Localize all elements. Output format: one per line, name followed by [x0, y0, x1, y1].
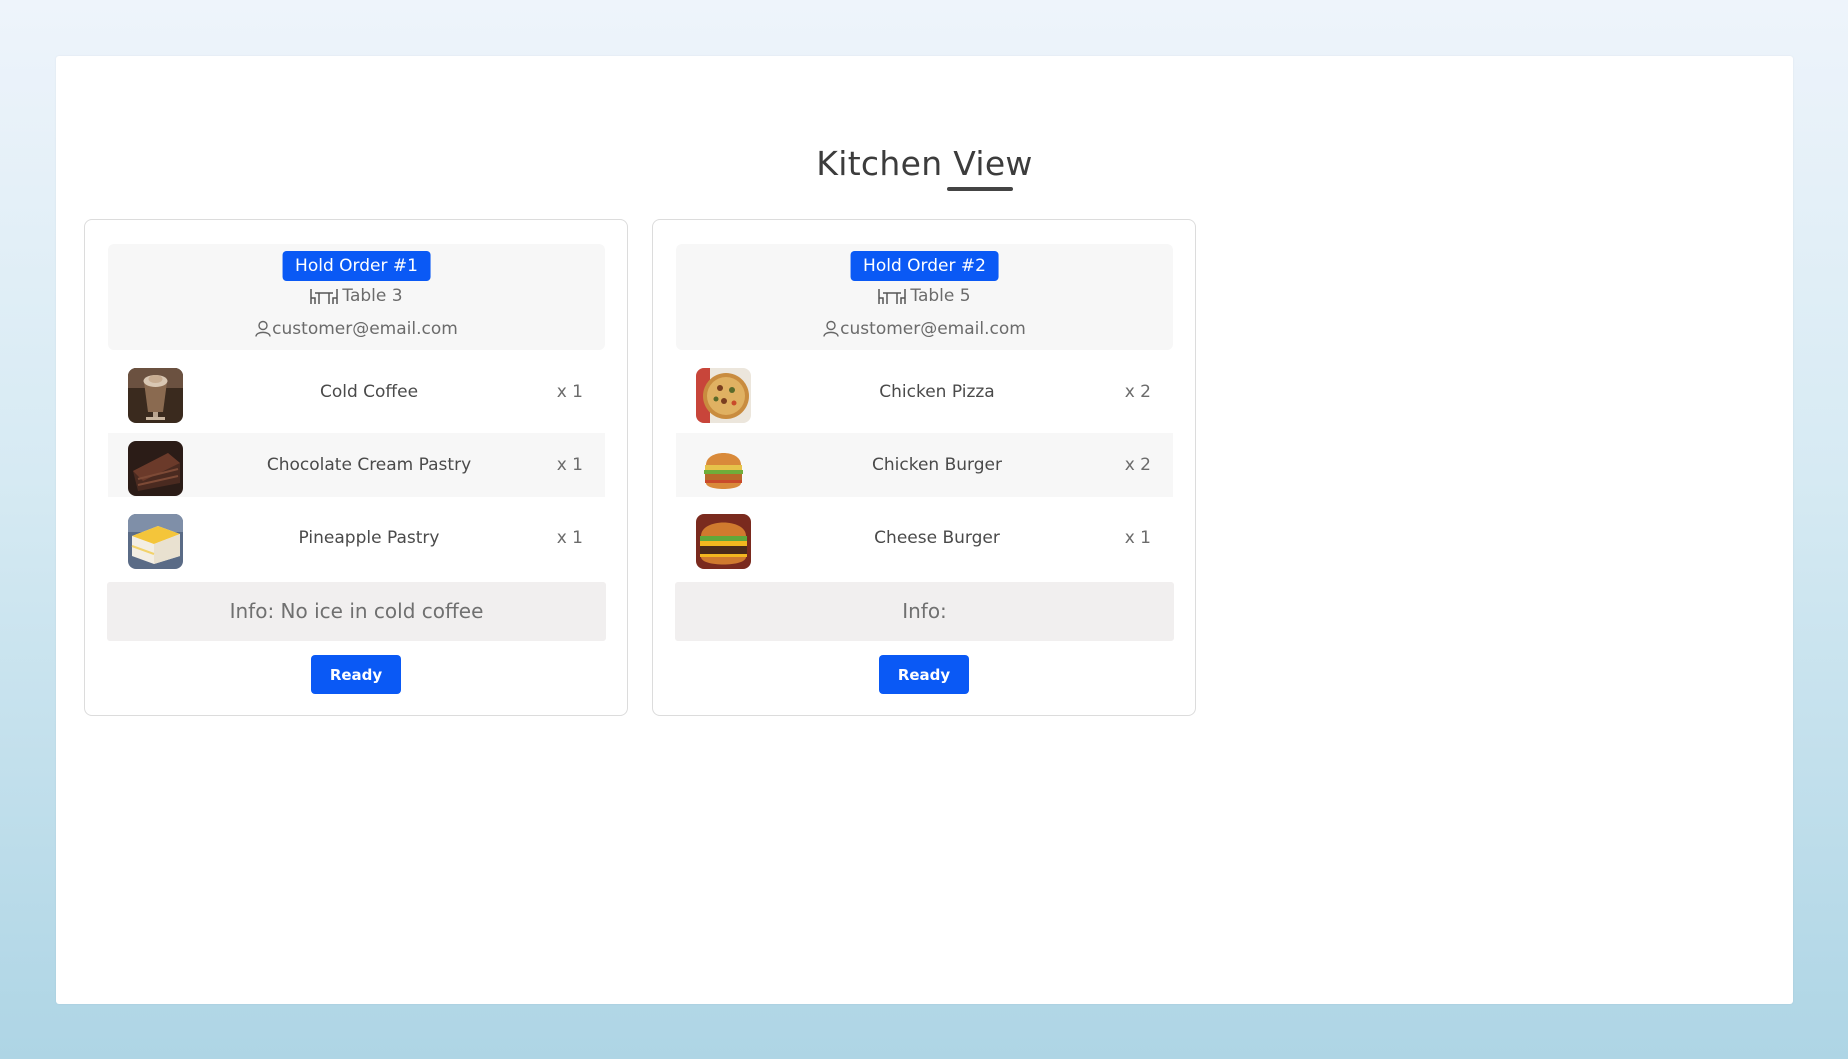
cheese-burger-image: [696, 514, 751, 569]
customer-email: customer@email.com: [840, 319, 1026, 339]
item-name: Cheese Burger: [874, 528, 1000, 548]
item-name: Pineapple Pastry: [298, 528, 440, 548]
order-header: Hold Order #2 Table 5 customer@email.com: [676, 244, 1173, 350]
item-quantity: x 2: [1124, 455, 1151, 475]
order-item: Cheese Burger x 1: [676, 506, 1173, 570]
item-name: Chicken Burger: [872, 455, 1002, 475]
table-label: Table 3: [342, 286, 403, 306]
user-icon: [823, 320, 839, 337]
cold-coffee-image: [128, 368, 183, 423]
customer-email: customer@email.com: [272, 319, 458, 339]
title-underline: [947, 187, 1013, 191]
main-panel: Kitchen View Hold Order #1 Table 3 custo…: [56, 56, 1793, 1004]
customer-info: customer@email.com: [108, 317, 605, 341]
chocolate-pastry-image: [128, 441, 183, 496]
table-label: Table 5: [910, 286, 971, 306]
pineapple-pastry-image: [128, 514, 183, 569]
item-quantity: x 1: [556, 455, 583, 475]
table-icon: [310, 289, 339, 304]
chicken-burger-image: [696, 441, 751, 496]
order-info: Info: No ice in cold coffee: [107, 582, 606, 641]
item-name: Chocolate Cream Pastry: [266, 455, 472, 475]
order-badge: Hold Order #1: [282, 251, 431, 281]
ready-button[interactable]: Ready: [311, 655, 401, 694]
customer-info: customer@email.com: [676, 317, 1173, 341]
order-badge: Hold Order #2: [850, 251, 999, 281]
order-item: Chicken Burger x 2: [676, 433, 1173, 497]
ready-button[interactable]: Ready: [879, 655, 969, 694]
order-info: Info:: [675, 582, 1174, 641]
order-card: Hold Order #2 Table 5 customer@email.com: [652, 219, 1196, 716]
order-card: Hold Order #1 Table 3 customer@email.com: [84, 219, 628, 716]
item-name: Chicken Pizza: [879, 382, 995, 402]
table-info: Table 5: [676, 284, 1173, 308]
item-quantity: x 2: [1124, 382, 1151, 402]
order-item: Cold Coffee x 1: [108, 360, 605, 424]
order-item: Chicken Pizza x 2: [676, 360, 1173, 424]
item-quantity: x 1: [1124, 528, 1151, 548]
order-item: Chocolate Cream Pastry x 1: [108, 433, 605, 497]
user-icon: [255, 320, 271, 337]
order-item: Pineapple Pastry x 1: [108, 506, 605, 570]
item-quantity: x 1: [556, 528, 583, 548]
order-header: Hold Order #1 Table 3 customer@email.com: [108, 244, 605, 350]
item-name: Cold Coffee: [319, 382, 419, 402]
pizza-image: [696, 368, 751, 423]
item-quantity: x 1: [556, 382, 583, 402]
table-info: Table 3: [108, 284, 605, 308]
page-title: Kitchen View: [816, 144, 1033, 183]
table-icon: [878, 289, 907, 304]
